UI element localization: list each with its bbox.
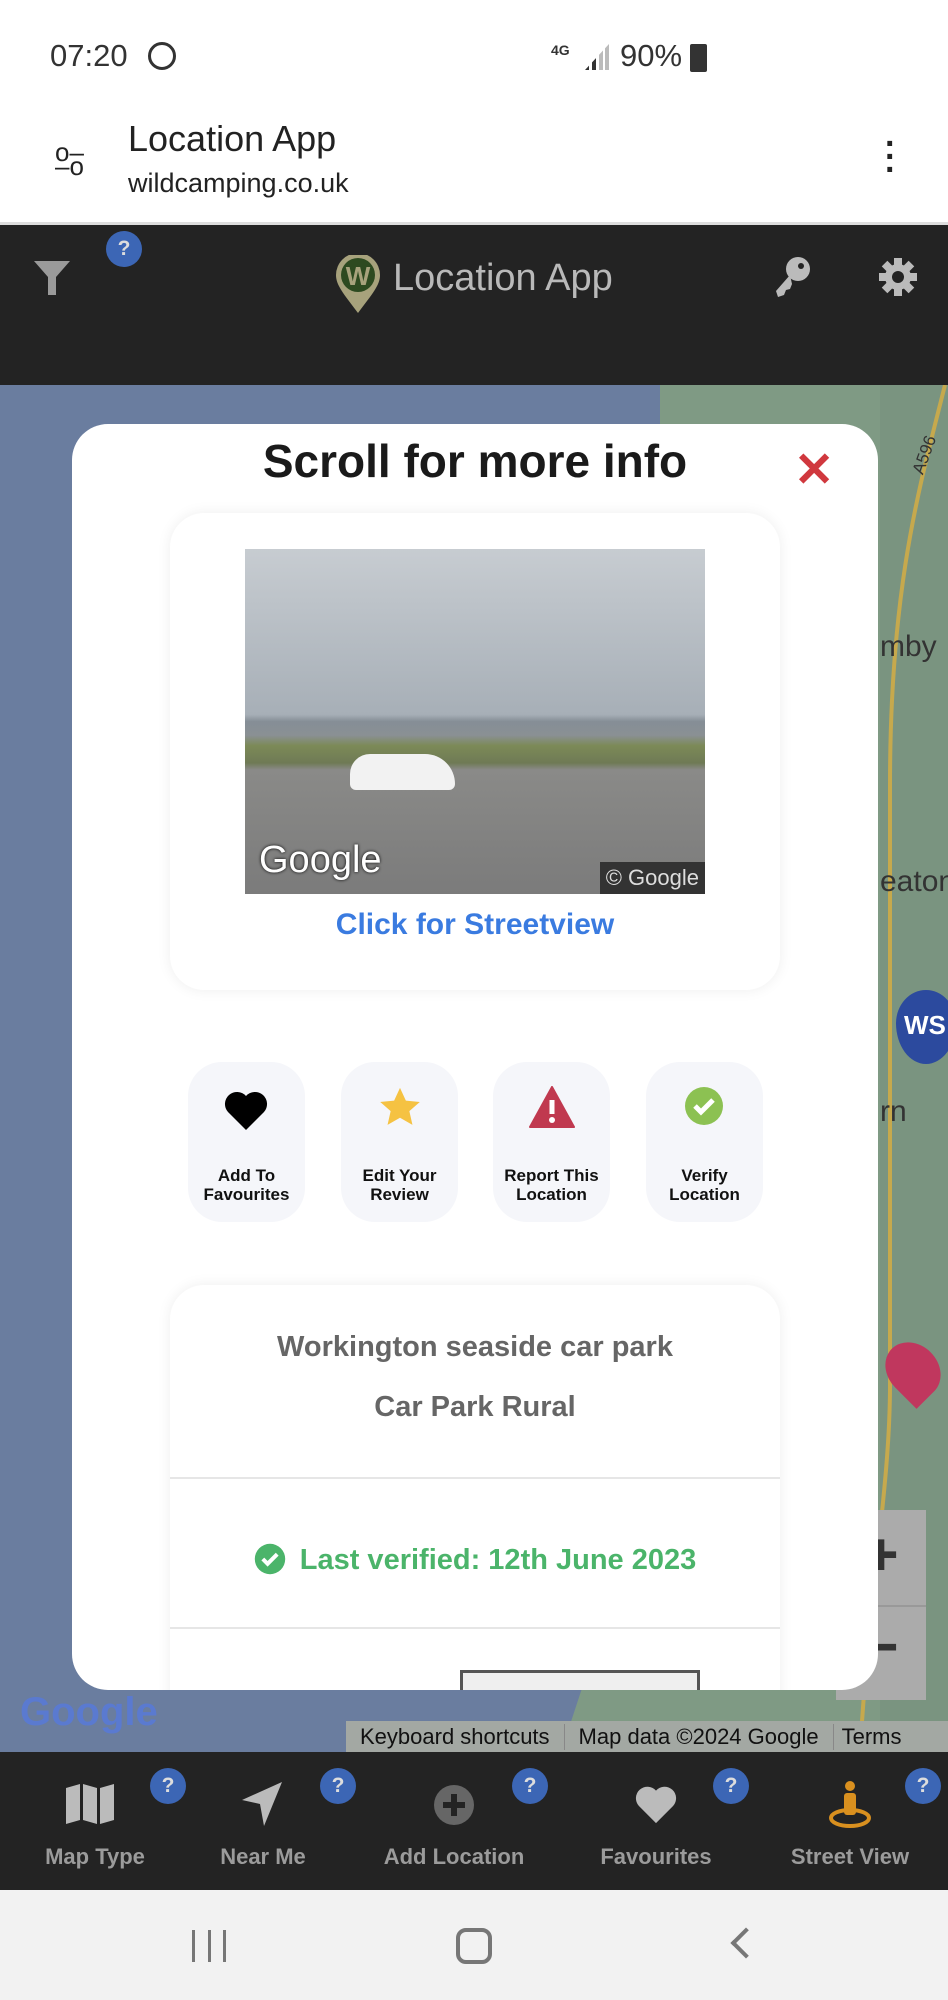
settings-gear-icon[interactable] bbox=[878, 257, 918, 297]
map-icon bbox=[66, 1784, 114, 1824]
browser-bar: o‒ ‒o Location App wildcamping.co.uk · · · bbox=[0, 100, 948, 225]
marker-label: WS bbox=[904, 1010, 946, 1040]
warning-icon bbox=[529, 1086, 575, 1128]
google-watermark: Google bbox=[259, 839, 382, 881]
nav-label: Map Type bbox=[45, 1844, 145, 1869]
signal-icon bbox=[585, 44, 609, 70]
heart-icon bbox=[635, 1786, 677, 1824]
svg-text:W: W bbox=[346, 261, 371, 291]
add-location-help-badge[interactable]: ? bbox=[512, 1768, 548, 1804]
map-data-text: Map data ©2024 Google bbox=[565, 1723, 834, 1750]
map-attribution: Keyboard shortcuts Map data ©2024 Google… bbox=[346, 1721, 948, 1752]
verify-location-button[interactable]: Verify Location bbox=[646, 1062, 763, 1222]
map-label: mby bbox=[880, 630, 937, 663]
check-circle-icon bbox=[254, 1543, 285, 1575]
filter-help-badge[interactable]: ? bbox=[106, 231, 142, 267]
action-label: Edit Your bbox=[362, 1166, 437, 1185]
rating-star-icon: ★ bbox=[382, 1686, 413, 1690]
action-label: Location bbox=[516, 1185, 587, 1204]
rating-star-icon: ★ bbox=[320, 1686, 351, 1690]
rating-star-icon: ★ bbox=[258, 1686, 289, 1690]
network-type: 4G bbox=[551, 42, 570, 58]
action-label: Location bbox=[669, 1185, 740, 1204]
battery-icon bbox=[690, 44, 707, 72]
app-title: Location App bbox=[393, 257, 613, 299]
action-label: Report This bbox=[504, 1166, 599, 1185]
read-reviews-button[interactable]: Read Reviews bbox=[460, 1670, 700, 1690]
clock: 07:20 bbox=[50, 38, 128, 73]
recent-apps-button[interactable] bbox=[192, 1930, 226, 1962]
map-label: rn bbox=[880, 1095, 907, 1128]
system-nav-bar bbox=[0, 1890, 948, 2000]
nav-label: Near Me bbox=[220, 1844, 306, 1869]
browser-url[interactable]: wildcamping.co.uk bbox=[128, 168, 349, 199]
nav-label: Street View bbox=[790, 1844, 910, 1869]
close-icon[interactable]: ✕ bbox=[794, 442, 834, 498]
rating-star-icon: ★ bbox=[351, 1686, 382, 1690]
rating-stars: ★★★★★ bbox=[258, 1685, 413, 1690]
action-label: Verify bbox=[681, 1166, 728, 1185]
modal-title: Scroll for more info bbox=[262, 435, 688, 487]
nav-label: Favourites bbox=[600, 1844, 712, 1869]
app-header: ? W Location App bbox=[0, 225, 948, 385]
divider bbox=[170, 1477, 780, 1479]
location-type: Car Park Rural bbox=[374, 1391, 576, 1423]
location-arrow-icon bbox=[242, 1782, 282, 1826]
site-settings-icon[interactable]: o‒ ‒o bbox=[55, 139, 84, 179]
street-view-help-badge[interactable]: ? bbox=[905, 1768, 941, 1804]
edit-review-button[interactable]: Edit Your Review bbox=[341, 1062, 458, 1222]
back-button[interactable] bbox=[730, 1927, 762, 1959]
terms-link[interactable]: Terms bbox=[834, 1724, 910, 1750]
streetview-card: Google © Google Click for Streetview bbox=[170, 513, 780, 990]
key-icon[interactable] bbox=[772, 255, 812, 299]
near-me-help-badge[interactable]: ? bbox=[320, 1768, 356, 1804]
keyboard-shortcuts-link[interactable]: Keyboard shortcuts bbox=[346, 1723, 565, 1750]
car-shape bbox=[350, 754, 455, 790]
heart-icon bbox=[224, 1091, 268, 1130]
verified-text: Last verified: 12th June 2023 bbox=[299, 1544, 697, 1576]
more-options-icon[interactable]: · · · bbox=[885, 127, 896, 187]
battery-level: 90% bbox=[620, 38, 683, 73]
google-logo: Google bbox=[20, 1690, 158, 1734]
action-label: Review bbox=[370, 1185, 429, 1204]
star-icon bbox=[380, 1087, 420, 1125]
rating-star-icon: ★ bbox=[289, 1686, 320, 1690]
favourites-help-badge[interactable]: ? bbox=[713, 1768, 749, 1804]
action-label: Add To bbox=[217, 1166, 276, 1185]
location-name: Workington seaside car park bbox=[277, 1331, 673, 1363]
plus-circle-icon bbox=[434, 1785, 474, 1825]
globe-icon bbox=[148, 42, 176, 70]
copyright: © Google bbox=[599, 862, 705, 894]
browser-title: Location App bbox=[128, 118, 337, 159]
location-info-modal: Scroll for more info ✕ Google © Google C… bbox=[72, 424, 878, 1690]
add-to-favourites-button[interactable]: Add To Favourites bbox=[188, 1062, 305, 1222]
location-details-card: Workington seaside car park Car Park Rur… bbox=[170, 1285, 780, 1690]
nav-label: Add Location bbox=[383, 1844, 525, 1869]
verified-status: Last verified: 12th June 2023 bbox=[170, 1543, 780, 1577]
map-label: eaton bbox=[880, 865, 948, 898]
logo-icon: W bbox=[336, 255, 380, 313]
check-circle-icon bbox=[685, 1087, 723, 1125]
pegman-icon bbox=[829, 1781, 871, 1828]
report-location-button[interactable]: Report This Location bbox=[493, 1062, 610, 1222]
filter-icon[interactable] bbox=[32, 257, 72, 297]
streetview-link[interactable]: Click for Streetview bbox=[170, 908, 780, 942]
divider bbox=[170, 1627, 780, 1629]
streetview-image[interactable]: Google © Google bbox=[245, 549, 705, 894]
home-button[interactable] bbox=[456, 1928, 492, 1964]
action-label: Favourites bbox=[203, 1185, 290, 1204]
bottom-nav: Map Type ? Near Me ? Add Location ? Favo… bbox=[0, 1752, 948, 1890]
status-bar: 07:20 4G 90% bbox=[0, 0, 948, 100]
